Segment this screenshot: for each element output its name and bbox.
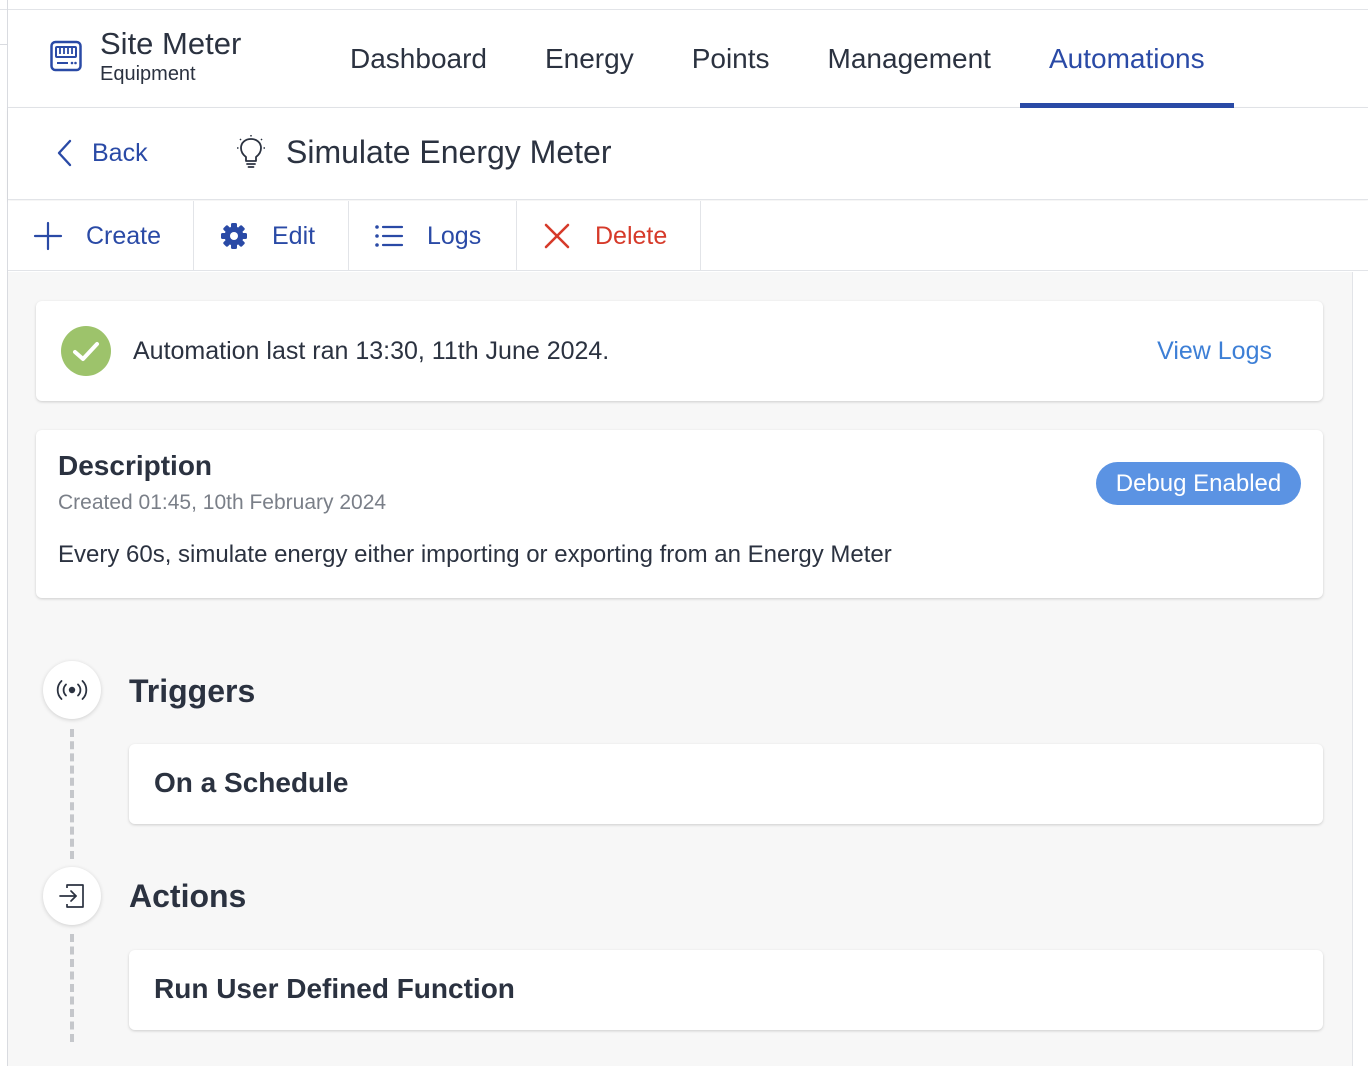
action-toolbar: Create Edit Logs Delete <box>8 201 1368 271</box>
back-button[interactable]: Back <box>56 138 148 168</box>
app-header: Site Meter Equipment Dashboard Energy Po… <box>8 10 1368 109</box>
logs-label: Logs <box>427 221 482 250</box>
timeline-connector <box>70 934 74 1042</box>
list-icon <box>373 220 405 252</box>
debug-badge: Debug Enabled <box>1096 462 1301 505</box>
create-button[interactable]: Create <box>8 201 194 271</box>
exit-icon-circle <box>43 867 101 925</box>
logs-button[interactable]: Logs <box>349 201 517 271</box>
back-label: Back <box>92 138 148 167</box>
trigger-card[interactable]: On a Schedule <box>129 744 1323 824</box>
nav-dashboard[interactable]: Dashboard <box>321 10 516 108</box>
top-strip <box>0 0 1368 10</box>
main-nav: Dashboard Energy Points Management Autom… <box>321 10 1234 109</box>
trigger-label: On a Schedule <box>154 767 349 798</box>
meter-icon <box>50 40 82 72</box>
description-title: Description <box>58 450 213 481</box>
exit-icon <box>59 884 84 908</box>
main-content: Automation last ran 13:30, 11th June 202… <box>8 272 1352 1066</box>
brand-subtitle: Equipment <box>100 63 196 85</box>
status-card: Automation last ran 13:30, 11th June 202… <box>36 301 1323 401</box>
description-card: Description Created 01:45, 10th February… <box>36 430 1323 598</box>
edit-button[interactable]: Edit <box>194 201 349 271</box>
brand-text: Site Meter Equipment <box>100 26 241 86</box>
page-title: Simulate Energy Meter <box>286 134 612 170</box>
chevron-left-icon <box>57 139 72 167</box>
close-icon <box>541 220 573 252</box>
app-window: Site Meter Equipment Dashboard Energy Po… <box>0 0 1368 1066</box>
brand-title: Site Meter <box>100 26 242 61</box>
description-body: Every 60s, simulate energy either import… <box>58 541 892 568</box>
brand: Site Meter Equipment <box>50 26 241 86</box>
nav-automations[interactable]: Automations <box>1019 10 1234 109</box>
delete-label: Delete <box>595 221 668 250</box>
view-logs-link[interactable]: View Logs <box>1157 337 1272 366</box>
status-text: Automation last ran 13:30, 11th June 202… <box>133 337 610 365</box>
scrollbar-track <box>1352 272 1353 1066</box>
lightbulb-icon <box>237 134 265 168</box>
edit-label: Edit <box>272 221 316 250</box>
broadcast-icon <box>56 680 88 700</box>
page-header: Back Simulate Energy Meter <box>8 108 1368 200</box>
triggers-title: Triggers <box>129 673 256 709</box>
created-timestamp: Created 01:45, 10th February 2024 <box>58 491 387 514</box>
action-card[interactable]: Run User Defined Function <box>129 950 1323 1030</box>
page-title-group: Simulate Energy Meter <box>236 134 611 171</box>
gear-icon <box>218 220 250 252</box>
nav-energy[interactable]: Energy <box>516 10 663 108</box>
nav-points[interactable]: Points <box>663 10 799 108</box>
actions-title: Actions <box>129 878 247 914</box>
left-stub <box>0 44 8 45</box>
action-label: Run User Defined Function <box>154 973 515 1004</box>
delete-button[interactable]: Delete <box>517 201 701 271</box>
create-label: Create <box>86 221 162 250</box>
check-circle-icon <box>61 326 111 376</box>
timeline-connector <box>70 729 74 859</box>
plus-icon <box>32 220 64 252</box>
nav-management[interactable]: Management <box>799 10 1020 108</box>
broadcast-icon-circle <box>43 661 101 719</box>
